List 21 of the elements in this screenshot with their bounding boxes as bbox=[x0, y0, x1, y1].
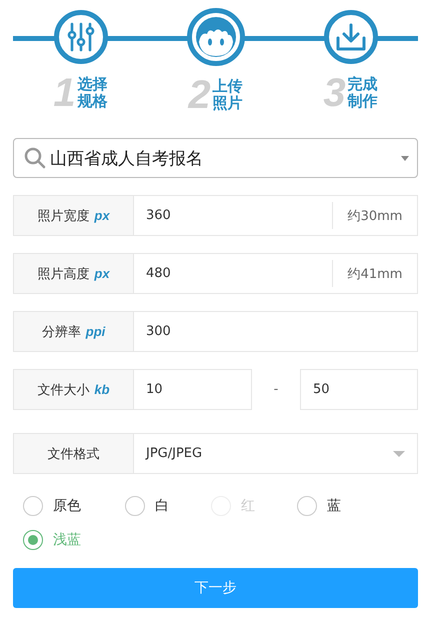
face-icon bbox=[194, 16, 236, 58]
sliders-icon bbox=[66, 22, 94, 52]
radio-button[interactable] bbox=[297, 496, 317, 516]
step-label: 照片 bbox=[212, 95, 243, 112]
radio-label: 白 bbox=[155, 497, 169, 515]
radio-label: 蓝 bbox=[327, 497, 341, 515]
radio-button[interactable] bbox=[23, 496, 43, 516]
download-icon bbox=[336, 23, 366, 51]
step-label: 上传 bbox=[212, 78, 243, 95]
caret-icon bbox=[401, 156, 409, 160]
radio-label: 浅蓝 bbox=[53, 531, 81, 549]
step-label: 制作 bbox=[348, 93, 378, 110]
spec-select[interactable]: 山西省成人自考报名 bbox=[13, 138, 418, 178]
search-icon bbox=[24, 147, 46, 169]
radio-button[interactable] bbox=[125, 496, 145, 516]
range-separator: - bbox=[272, 381, 280, 399]
step-label: 规格 bbox=[78, 93, 108, 110]
step-label: 完成 bbox=[348, 76, 378, 93]
radio-button[interactable] bbox=[23, 530, 43, 550]
radio-label: 原色 bbox=[53, 497, 81, 515]
step-label: 选择 bbox=[78, 76, 108, 93]
